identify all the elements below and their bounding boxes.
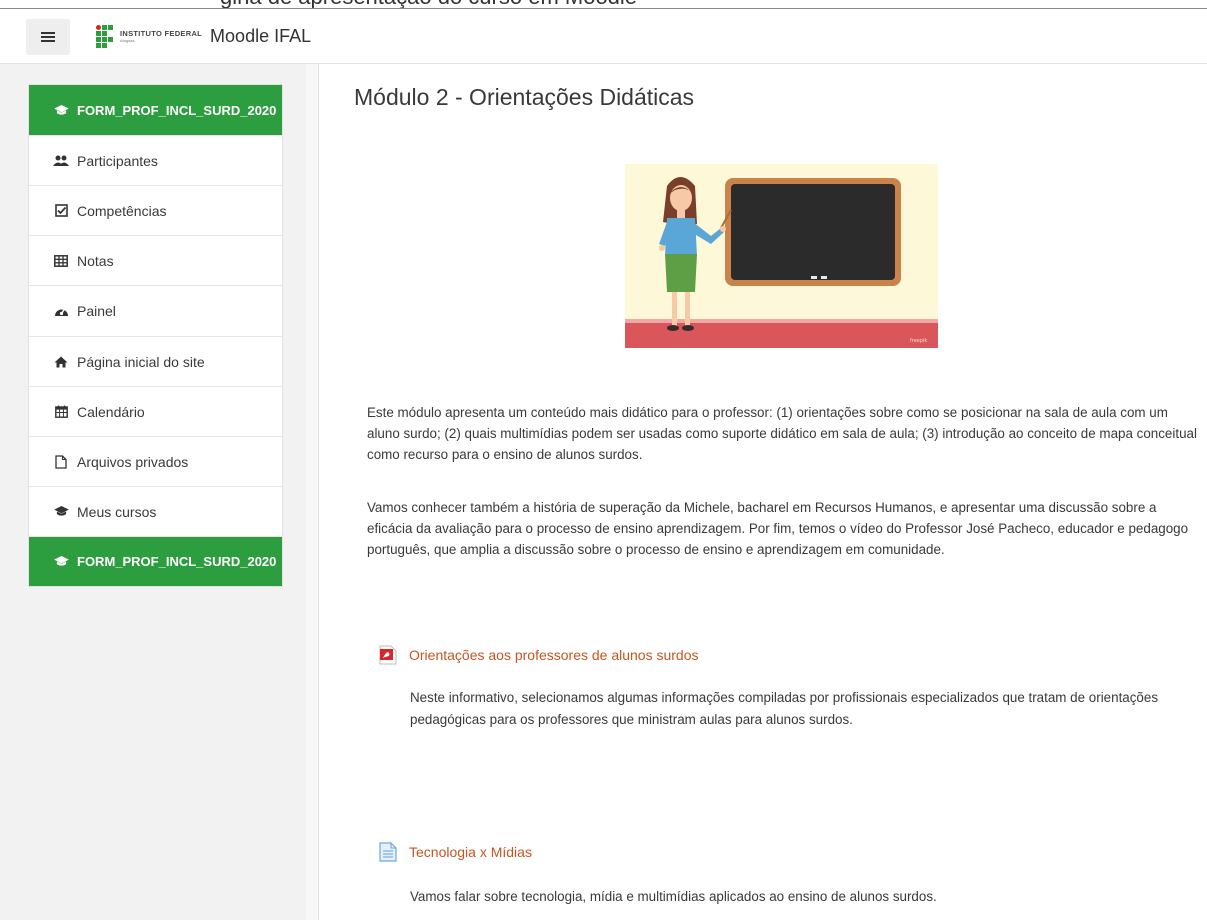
sidebar-item-label: Página inicial do site	[77, 353, 205, 370]
cropped-header-strip: gina de apresentação do curso em Moodle	[0, 0, 1207, 10]
ifal-logo[interactable]: INSTITUTO FEDERAL Alagoas	[96, 24, 202, 49]
home-icon	[53, 356, 69, 368]
sidebar-item-label: Notas	[77, 252, 114, 269]
sidebar-item-label: Calendário	[77, 403, 145, 420]
sidebar-item-label: Participantes	[77, 152, 158, 169]
activity-description-orientacoes: Neste informativo, selecionamos algumas …	[410, 690, 1159, 727]
sidebar-item-course-home[interactable]: FORM_PROF_INCL_SURD_2020	[29, 85, 282, 135]
intro-paragraph-2: Vamos conhecer também a história de supe…	[367, 500, 1189, 557]
intro-paragraph-1: Este módulo apresenta um conteúdo mais d…	[367, 405, 1197, 462]
checkbox-icon	[53, 204, 69, 217]
calendar-icon	[53, 405, 69, 418]
sidebar-item-label: Painel	[77, 303, 116, 319]
hamburger-icon	[41, 31, 55, 42]
dashboard-icon	[53, 305, 69, 317]
page-icon	[379, 842, 397, 862]
logo-text: INSTITUTO FEDERAL Alagoas	[120, 30, 202, 44]
sidebar-item-label: Arquivos privados	[77, 453, 189, 470]
pdf-icon	[379, 645, 397, 665]
graduation-cap-icon	[53, 104, 69, 116]
sidebar-item-label: Competências	[77, 202, 167, 219]
users-icon	[53, 155, 69, 167]
activity-link-tecnologia[interactable]: Tecnologia x Mídias	[409, 844, 532, 860]
svg-text:freepik: freepik	[910, 338, 927, 344]
graduation-cap-icon	[53, 506, 69, 517]
table-icon	[53, 254, 69, 267]
drawer-gutter	[306, 64, 318, 920]
sidebar-item-pagina-inicial[interactable]: Página inicial do site	[29, 336, 282, 386]
logo-institution: INSTITUTO FEDERAL	[120, 28, 203, 38]
sidebar-item-label: Meus cursos	[77, 503, 157, 520]
drawer-toggle-button[interactable]	[26, 18, 70, 55]
course-nav-group: FORM_PROF_INCL_SURD_2020 Participantes C…	[28, 84, 283, 286]
teacher-blackboard-illustration: freepik	[625, 164, 938, 348]
ifal-logo-mark-icon	[96, 24, 116, 49]
sidebar-item-label: FORM_PROF_INCL_SURD_2020	[77, 554, 277, 569]
activity-link-orientacoes[interactable]: Orientações aos professores de alunos su…	[409, 647, 699, 663]
cropped-divider	[0, 8, 1207, 9]
sidebar-item-participantes[interactable]: Participantes	[29, 135, 282, 185]
file-icon	[53, 454, 69, 469]
navigation-drawer: FORM_PROF_INCL_SURD_2020 Participantes C…	[0, 64, 306, 920]
activity-description-tecnologia: Vamos falar sobre tecnologia, mídia e mu…	[410, 889, 937, 904]
main-content: Módulo 2 - Orientações Didáticas freepik…	[319, 64, 1207, 920]
activity-tecnologia: Tecnologia x Mídias	[379, 842, 532, 862]
page-title: Módulo 2 - Orientações Didáticas	[354, 84, 695, 110]
sidebar-item-course-shortcut[interactable]: FORM_PROF_INCL_SURD_2020	[29, 536, 282, 586]
sidebar-item-calendario[interactable]: Calendário	[29, 386, 282, 436]
graduation-cap-icon	[53, 556, 69, 567]
sidebar-item-painel[interactable]: Painel	[29, 286, 282, 336]
sidebar-item-meus-cursos[interactable]: Meus cursos	[29, 486, 282, 536]
top-navbar: INSTITUTO FEDERAL Alagoas Moodle IFAL	[0, 10, 1207, 64]
sidebar-item-arquivos-privados[interactable]: Arquivos privados	[29, 436, 282, 486]
activity-orientacoes: Orientações aos professores de alunos su…	[379, 645, 699, 665]
sidebar-item-competencias[interactable]: Competências	[29, 185, 282, 235]
sidebar-item-label: FORM_PROF_INCL_SURD_2020	[77, 102, 277, 118]
sidebar-item-notas[interactable]: Notas	[29, 235, 282, 285]
site-nav-group: Painel Página inicial do site Calendário…	[28, 285, 283, 587]
site-name-link[interactable]: Moodle IFAL	[210, 26, 311, 47]
logo-campus: Alagoas	[120, 38, 135, 44]
